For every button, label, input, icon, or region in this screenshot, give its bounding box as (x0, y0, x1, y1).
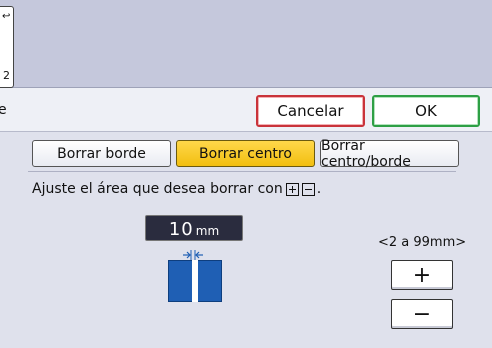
center-erase-diagram-icon (168, 260, 222, 302)
instruction-label: Ajuste el área que desea borrar con (32, 181, 283, 197)
partial-function-button[interactable]: ↩ 2 (0, 6, 14, 88)
partial-button-number: 2 (3, 69, 10, 82)
tab-label: Borrar centro (199, 145, 292, 162)
plus-key-icon (285, 182, 299, 196)
tab-borrar-borde[interactable]: Borrar borde (32, 140, 171, 167)
return-icon: ↩ (2, 11, 11, 22)
instruction-text: Ajuste el área que desea borrar con . (32, 181, 321, 197)
tab-label: Borrar borde (57, 145, 146, 162)
tab-label: Borrar centro/borde (321, 137, 411, 170)
erase-width-display: 10 mm (145, 215, 243, 241)
top-strip (0, 0, 492, 88)
cancel-button[interactable]: Cancelar (256, 95, 365, 127)
instruction-end: . (316, 181, 322, 197)
minus-key-icon (301, 182, 315, 196)
erase-width-value: 10 (168, 219, 194, 240)
erase-width-unit: mm (195, 224, 220, 238)
truncated-title: e (0, 102, 7, 118)
range-label: <2 a 99mm> (378, 235, 467, 250)
minus-icon: − (412, 301, 432, 327)
tab-borrar-centro-borde[interactable]: Borrar centro/borde (320, 137, 459, 170)
cancel-button-label: Cancelar (277, 102, 344, 120)
tab-borrar-centro[interactable]: Borrar centro (176, 140, 315, 167)
plus-icon: + (412, 262, 432, 288)
ok-button[interactable]: OK (372, 95, 480, 127)
decrease-button[interactable]: − (391, 299, 453, 329)
increase-button[interactable]: + (391, 260, 453, 290)
ok-button-label: OK (415, 102, 437, 120)
divider (28, 171, 456, 172)
